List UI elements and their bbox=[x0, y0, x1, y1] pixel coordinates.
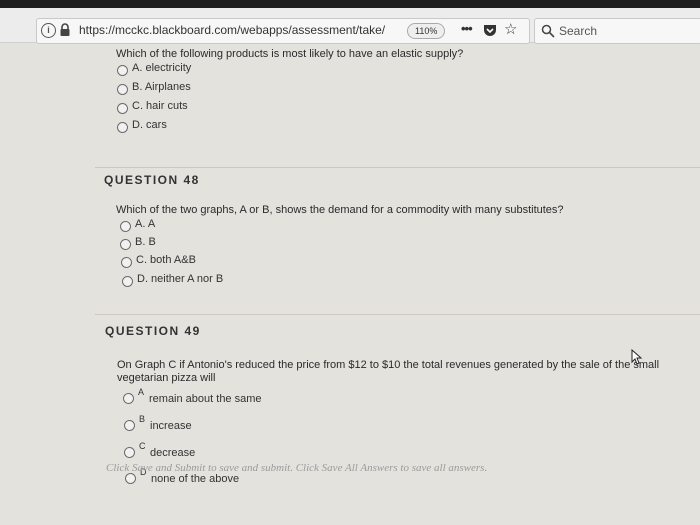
question-48-text: Which of the two graphs, A or B, shows t… bbox=[116, 204, 564, 216]
q48-option-c[interactable]: C. both A&B bbox=[136, 254, 196, 266]
info-icon[interactable]: i bbox=[41, 23, 56, 38]
q49-radio-b[interactable] bbox=[124, 420, 135, 431]
search-icon bbox=[541, 24, 555, 38]
q48-option-a[interactable]: A. A bbox=[135, 218, 155, 230]
q47-radio-b[interactable] bbox=[117, 84, 128, 95]
q47-radio-a[interactable] bbox=[117, 65, 128, 76]
q49-radio-d[interactable] bbox=[125, 473, 136, 484]
q49-letter-b: B bbox=[139, 414, 146, 424]
search-placeholder[interactable]: Search bbox=[559, 24, 597, 38]
q47-option-c[interactable]: C. hair cuts bbox=[132, 100, 188, 112]
q47-radio-d[interactable] bbox=[117, 122, 128, 133]
q48-radio-c[interactable] bbox=[121, 257, 132, 268]
browser-toolbar: i https://mcckc.blackboard.com/webapps/a… bbox=[0, 0, 700, 44]
q49-letter-c: C bbox=[139, 441, 146, 451]
pocket-icon[interactable] bbox=[483, 23, 497, 37]
q47-option-a[interactable]: A. electricity bbox=[132, 62, 191, 74]
q47-radio-c[interactable] bbox=[117, 103, 128, 114]
q49-radio-c[interactable] bbox=[124, 447, 135, 458]
question-48-heading: QUESTION 48 bbox=[104, 173, 200, 187]
q48-radio-d[interactable] bbox=[122, 276, 133, 287]
question-divider bbox=[95, 167, 700, 168]
zoom-level-badge[interactable]: 110% bbox=[407, 23, 446, 39]
q49-radio-a[interactable] bbox=[123, 393, 134, 404]
question-47-text: Which of the following products is most … bbox=[116, 48, 464, 60]
q48-radio-b[interactable] bbox=[120, 239, 131, 250]
more-actions-icon[interactable]: ••• bbox=[461, 21, 473, 36]
bookmark-star-icon[interactable]: ☆ bbox=[504, 20, 517, 38]
lock-icon bbox=[60, 23, 70, 36]
q49-option-d[interactable]: none of the above bbox=[151, 473, 239, 485]
address-bar[interactable]: i https://mcckc.blackboard.com/webapps/a… bbox=[36, 18, 530, 44]
save-instructions: Click Save and Submit to save and submit… bbox=[106, 462, 488, 474]
q49-letter-a: A bbox=[138, 387, 145, 397]
url-text[interactable]: https://mcckc.blackboard.com/webapps/ass… bbox=[79, 23, 385, 37]
window-top-strip bbox=[0, 0, 700, 8]
question-divider bbox=[95, 314, 700, 315]
q48-radio-a[interactable] bbox=[120, 221, 131, 232]
question-49-text-line1: On Graph C if Antonio's reduced the pric… bbox=[117, 359, 660, 371]
question-49-text-line2: vegetarian pizza will bbox=[117, 372, 216, 384]
mouse-cursor-icon bbox=[631, 349, 643, 365]
q49-option-c[interactable]: decrease bbox=[150, 447, 195, 459]
q49-option-b[interactable]: increase bbox=[150, 420, 192, 432]
q47-option-d[interactable]: D. cars bbox=[132, 119, 167, 131]
assessment-page: Which of the following products is most … bbox=[0, 43, 700, 525]
q48-option-d[interactable]: D. neither A nor B bbox=[137, 273, 223, 285]
search-box[interactable]: Search bbox=[534, 18, 700, 44]
q47-option-b[interactable]: B. Airplanes bbox=[132, 81, 191, 93]
q48-option-b[interactable]: B. B bbox=[135, 236, 156, 248]
q49-option-a[interactable]: remain about the same bbox=[149, 393, 262, 405]
question-49-heading: QUESTION 49 bbox=[105, 324, 201, 338]
